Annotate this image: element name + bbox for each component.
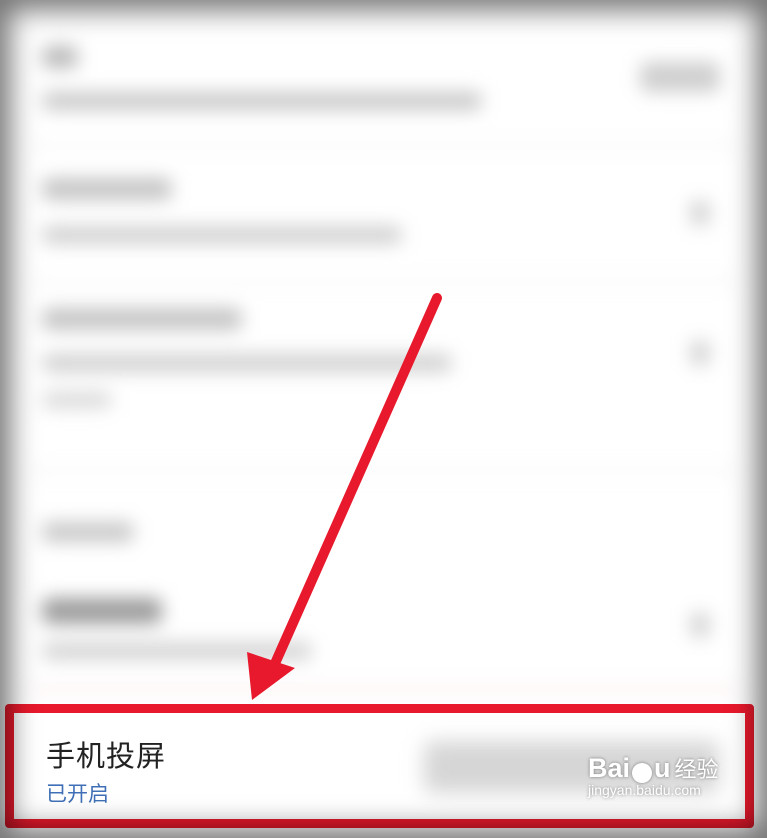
baidu-watermark: Bai u 经验 jingyan.baidu.com <box>588 752 738 798</box>
watermark-url: jingyan.baidu.com <box>588 782 701 798</box>
watermark-logo-pre: Bai <box>588 753 631 783</box>
annotation-arrow <box>247 293 442 700</box>
arrow-head <box>247 652 295 700</box>
watermark-logo-post: u <box>654 753 671 783</box>
arrow-shaft <box>268 293 442 673</box>
paw-icon <box>632 762 653 783</box>
watermark-name: 经验 <box>674 758 719 783</box>
